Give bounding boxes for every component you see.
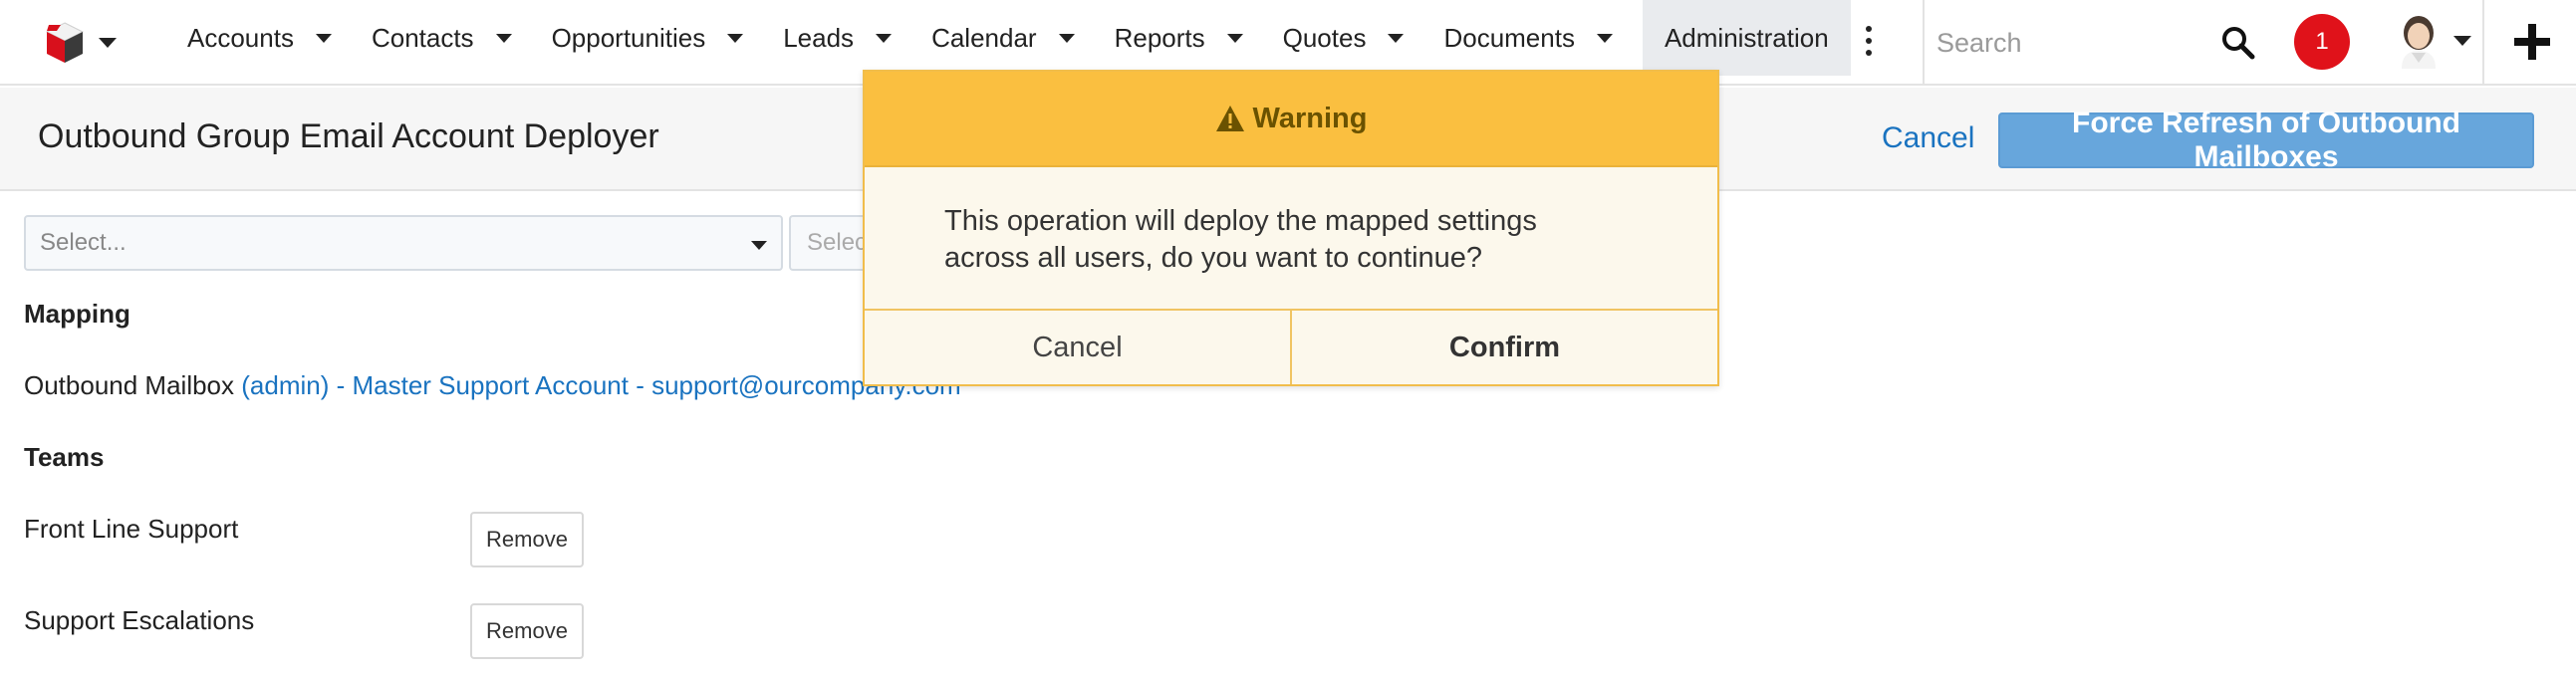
team-name: Front Line Support xyxy=(24,514,239,544)
dialog-footer: Cancel Confirm xyxy=(865,309,1717,384)
chevron-down-icon[interactable] xyxy=(727,33,744,43)
chevron-down-icon[interactable] xyxy=(1388,33,1405,43)
dialog-message-line: This operation will deploy the mapped se… xyxy=(944,205,1537,237)
chevron-down-icon xyxy=(751,241,767,250)
nav-item-accounts[interactable]: Accounts xyxy=(167,0,352,76)
user-select[interactable]: Select... xyxy=(24,215,783,271)
dialog-message-line: across all users, do you want to continu… xyxy=(944,242,1483,274)
dialog-cancel-button[interactable]: Cancel xyxy=(865,311,1290,384)
mapping-heading: Mapping xyxy=(24,299,130,329)
teams-heading: Teams xyxy=(24,442,105,472)
chevron-down-icon[interactable] xyxy=(1596,33,1613,43)
team-name: Support Escalations xyxy=(24,605,255,635)
warning-icon xyxy=(1215,106,1244,131)
force-refresh-button[interactable]: Force Refresh of Outbound Mailboxes xyxy=(1998,107,2534,173)
nav-item-label: Quotes xyxy=(1282,22,1367,53)
dialog-header: Warning xyxy=(865,72,1717,167)
chevron-down-icon[interactable] xyxy=(2453,36,2471,46)
nav-item-leads[interactable]: Leads xyxy=(763,0,911,76)
chevron-down-icon[interactable] xyxy=(495,33,512,43)
nav-item-opportunities[interactable]: Opportunities xyxy=(532,0,764,76)
nav-item-label: Opportunities xyxy=(551,22,706,53)
notification-badge[interactable]: 1 xyxy=(2294,14,2350,70)
nav-item-label: Leads xyxy=(783,22,855,53)
nav-item-label: Contacts xyxy=(371,22,474,53)
logo-cube-icon xyxy=(45,22,85,63)
dialog-message: This operation will deploy the mapped se… xyxy=(944,203,1642,277)
logo-menu[interactable] xyxy=(45,20,117,66)
nav-item-label: Documents xyxy=(1443,22,1575,53)
divider xyxy=(2482,0,2484,86)
nav-item-label: Reports xyxy=(1114,22,1205,53)
mapping-prefix: Outbound Mailbox xyxy=(24,370,235,400)
nav-item-quotes[interactable]: Quotes xyxy=(1263,0,1424,76)
nav-item-label: Accounts xyxy=(187,22,294,53)
search-input[interactable] xyxy=(1936,14,2176,72)
remove-team-button[interactable]: Remove xyxy=(470,512,584,567)
chevron-down-icon[interactable] xyxy=(876,33,893,43)
avatar[interactable] xyxy=(2394,13,2444,69)
nav-item-documents[interactable]: Documents xyxy=(1423,0,1633,76)
divider xyxy=(1923,0,1925,86)
mapping-line: Outbound Mailbox (admin) - Master Suppor… xyxy=(24,370,961,401)
dialog-title: Warning xyxy=(1252,102,1368,134)
chevron-down-icon[interactable] xyxy=(315,33,332,43)
chevron-down-icon xyxy=(99,38,117,48)
remove-team-button[interactable]: Remove xyxy=(470,603,584,659)
chevron-down-icon[interactable] xyxy=(1058,33,1075,43)
module-tabs: Accounts Contacts Opportunities Leads Ca… xyxy=(167,0,1851,76)
plus-icon[interactable] xyxy=(2514,24,2550,60)
search-icon[interactable] xyxy=(2221,26,2255,60)
nav-item-label: Calendar xyxy=(931,22,1037,53)
chevron-down-icon[interactable] xyxy=(1226,33,1243,43)
mapping-account-link[interactable]: (admin) - Master Support Account - suppo… xyxy=(241,370,960,400)
warning-dialog: Warning This operation will deploy the m… xyxy=(863,70,1719,386)
nav-item-administration[interactable]: Administration xyxy=(1642,0,1851,76)
page-title: Outbound Group Email Account Deployer xyxy=(38,117,659,155)
dialog-confirm-button[interactable]: Confirm xyxy=(1290,311,1717,384)
notification-count: 1 xyxy=(2315,28,2329,55)
nav-item-reports[interactable]: Reports xyxy=(1095,0,1263,76)
select-placeholder: Select... xyxy=(40,229,127,256)
more-vertical-icon[interactable] xyxy=(1859,26,1879,56)
cancel-link[interactable]: Cancel xyxy=(1882,121,1974,155)
nav-item-contacts[interactable]: Contacts xyxy=(352,0,532,76)
nav-item-label: Administration xyxy=(1664,22,1829,53)
nav-item-calendar[interactable]: Calendar xyxy=(911,0,1095,76)
